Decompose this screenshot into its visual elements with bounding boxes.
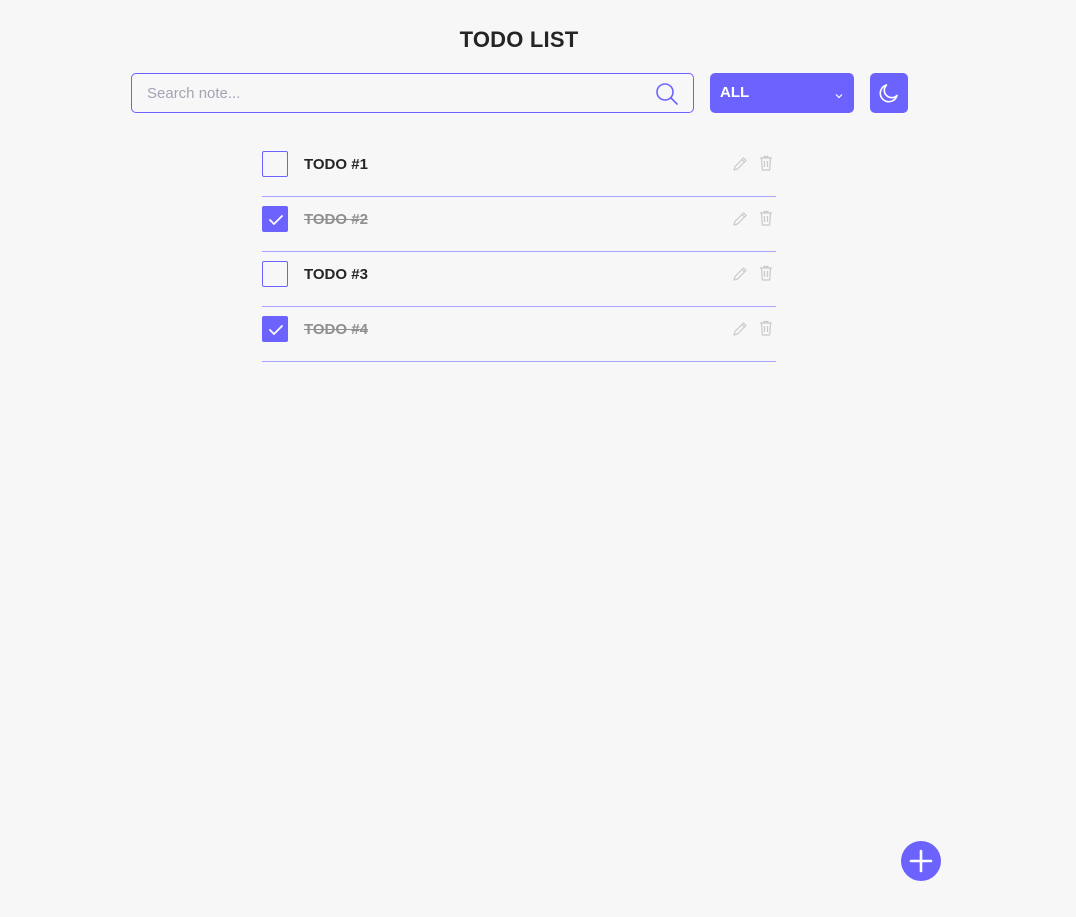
search-box bbox=[131, 73, 694, 113]
check-icon bbox=[269, 215, 283, 225]
pencil-icon[interactable] bbox=[731, 320, 749, 338]
theme-toggle-button[interactable] bbox=[870, 73, 908, 113]
todo-label: TODO #4 bbox=[304, 321, 368, 338]
plus-icon bbox=[909, 849, 933, 873]
todo-item: TODO #4 bbox=[262, 307, 776, 362]
todo-item: TODO #1 bbox=[262, 142, 776, 197]
filter-select[interactable]: ALL bbox=[710, 73, 854, 113]
search-icon[interactable] bbox=[655, 82, 679, 106]
trash-icon[interactable] bbox=[758, 154, 774, 172]
todo-checkbox[interactable] bbox=[262, 206, 288, 232]
add-todo-button[interactable] bbox=[901, 841, 941, 881]
chevron-down-icon bbox=[834, 88, 844, 99]
trash-icon[interactable] bbox=[758, 209, 774, 227]
todo-list: TODO #1 TODO #2 TODO #3 TODO #4 bbox=[262, 142, 776, 362]
page-title: TODO LIST bbox=[459, 27, 579, 52]
todo-label: TODO #3 bbox=[304, 266, 368, 283]
pencil-icon[interactable] bbox=[731, 155, 749, 173]
check-icon bbox=[269, 325, 283, 335]
pencil-icon[interactable] bbox=[731, 265, 749, 283]
todo-checkbox[interactable] bbox=[262, 261, 288, 287]
pencil-icon[interactable] bbox=[731, 210, 749, 228]
todo-item: TODO #3 bbox=[262, 252, 776, 307]
todo-label: TODO #1 bbox=[304, 156, 368, 173]
todo-item: TODO #2 bbox=[262, 197, 776, 252]
todo-checkbox[interactable] bbox=[262, 316, 288, 342]
moon-icon bbox=[879, 84, 898, 103]
trash-icon[interactable] bbox=[758, 319, 774, 337]
trash-icon[interactable] bbox=[758, 264, 774, 282]
todo-label: TODO #2 bbox=[304, 211, 368, 228]
filter-selected-label: ALL bbox=[720, 84, 750, 101]
todo-checkbox[interactable] bbox=[262, 151, 288, 177]
search-input[interactable] bbox=[132, 74, 652, 112]
